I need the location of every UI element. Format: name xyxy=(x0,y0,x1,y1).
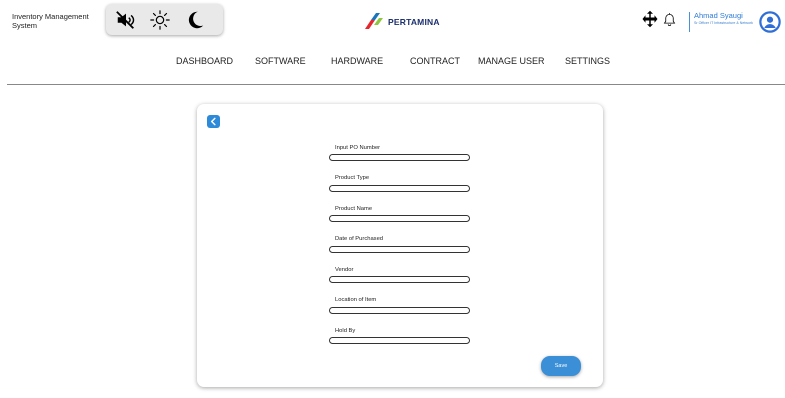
po-number-input[interactable] xyxy=(329,154,470,161)
chevron-left-icon xyxy=(210,117,216,126)
nav-divider xyxy=(7,84,785,85)
user-avatar-icon[interactable] xyxy=(759,11,781,33)
product-name-label: Product Name xyxy=(335,206,373,212)
location-label: Location of Item xyxy=(335,297,377,303)
move-icon[interactable] xyxy=(641,10,659,28)
nav-settings[interactable]: SETTINGS xyxy=(565,56,610,66)
hold-by-label: Hold By xyxy=(335,328,356,334)
user-name[interactable]: Ahmad Syaugi xyxy=(694,11,743,20)
bell-icon[interactable] xyxy=(662,12,677,28)
form-card: Input PO Number Product Type Product Nam… xyxy=(197,104,603,387)
sun-icon[interactable] xyxy=(149,9,171,31)
product-type-input[interactable] xyxy=(329,185,470,192)
po-number-label: Input PO Number xyxy=(335,145,381,151)
back-button[interactable] xyxy=(207,115,220,128)
location-input[interactable] xyxy=(329,307,470,314)
save-button[interactable]: Save xyxy=(541,356,581,376)
nav-hardware[interactable]: HARDWARE xyxy=(331,56,383,66)
moon-icon[interactable] xyxy=(184,9,206,31)
nav-dashboard[interactable]: DASHBOARD xyxy=(176,56,233,66)
logo-text: PERTAMINA xyxy=(388,17,440,27)
main-nav: DASHBOARD SOFTWARE HARDWARE CONTRACT MAN… xyxy=(0,56,785,70)
brand-logo: PERTAMINA xyxy=(363,13,440,31)
nav-manage-user[interactable]: MANAGE USER xyxy=(478,56,545,66)
date-purchased-input[interactable] xyxy=(329,246,470,253)
app-title: Inventory Management System xyxy=(12,12,89,30)
user-role: Sr Officer IT Infrastructure & Network xyxy=(694,21,753,25)
mute-icon[interactable] xyxy=(115,9,137,31)
date-purchased-label: Date of Purchased xyxy=(335,236,384,242)
product-type-label: Product Type xyxy=(335,175,370,181)
vendor-input[interactable] xyxy=(329,276,470,283)
nav-contract[interactable]: CONTRACT xyxy=(410,56,460,66)
vendor-label: Vendor xyxy=(335,267,354,273)
user-separator xyxy=(689,12,690,32)
hold-by-input[interactable] xyxy=(329,337,470,344)
nav-software[interactable]: SOFTWARE xyxy=(255,56,306,66)
product-name-input[interactable] xyxy=(329,215,470,222)
toolbar-toggle-group xyxy=(106,4,223,35)
pertamina-logo-icon xyxy=(365,13,383,29)
